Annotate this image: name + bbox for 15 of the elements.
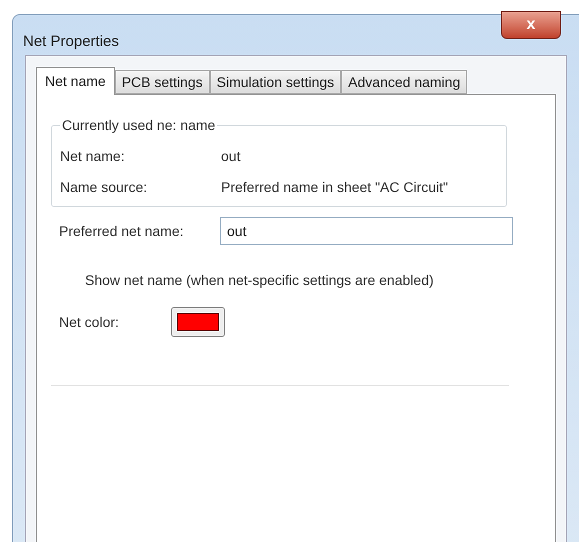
field-value: Preferred name in sheet "AC Circuit" xyxy=(221,178,448,197)
tab[interactable]: Advanced naming xyxy=(341,70,468,94)
field-label: Net name: xyxy=(60,147,126,166)
preferred-name-field[interactable]: out xyxy=(220,217,513,245)
window-title: Net Properties xyxy=(23,32,119,52)
field-value: out xyxy=(221,147,240,166)
color-swatch-button[interactable] xyxy=(171,307,225,337)
field-label: Preferred net name: xyxy=(59,222,185,240)
field-label: Net color: xyxy=(59,312,120,332)
tab[interactable]: PCB settings xyxy=(114,70,210,94)
tab[interactable]: Simulation settings xyxy=(210,70,342,94)
tab[interactable]: Net name xyxy=(36,67,115,95)
show-net-name-label: Show net name (when net-specific settings are enabled) xyxy=(85,272,434,288)
group-title: Currently used ne: name xyxy=(61,116,216,135)
field-label: Name source: xyxy=(60,178,148,197)
